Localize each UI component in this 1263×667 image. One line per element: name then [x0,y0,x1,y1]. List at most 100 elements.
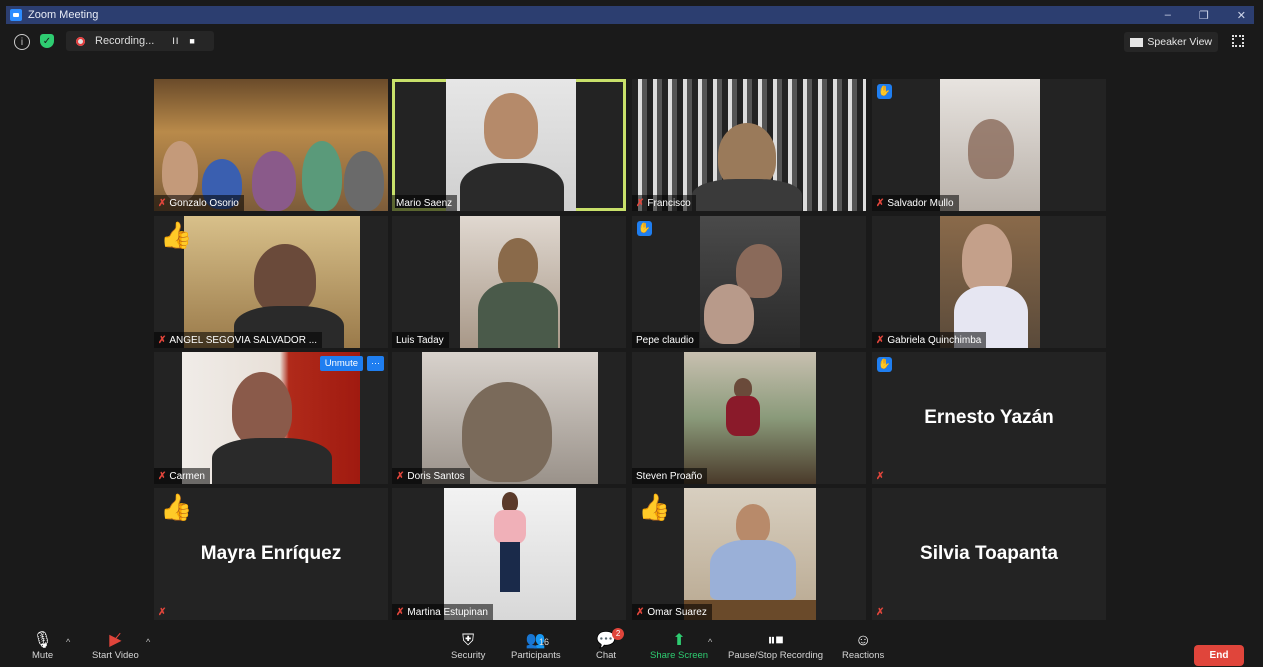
participant-name: Gabriela Quinchimba [887,334,982,346]
start-video-label: Start Video [92,650,139,661]
video-options-caret-icon[interactable]: ^ [146,637,150,647]
participant-tile-active-speaker[interactable]: Mario Saenz [392,79,626,211]
gallery-grid: ✗ Gonzalo Osorio Mario Saenz ✗ Francisco ✋… [154,79,1106,622]
participant-name: Pepe claudio [636,334,694,346]
minimize-button[interactable]: – [1165,9,1171,21]
participant-nametag: ✗ [872,468,889,484]
participant-video [940,79,1040,211]
participant-nametag: ✗ Carmen [154,468,210,484]
mute-button[interactable]: 🎙 Mute [32,631,53,661]
participant-nametag: ✗ Gabriela Quinchimba [872,332,987,348]
participant-tile[interactable]: 👍 ✗ Omar Suarez [632,488,866,620]
participant-nametag: ✗ Francisco [632,195,696,211]
mic-muted-icon: ✗ [876,606,885,618]
participant-name: Luis Taday [396,334,444,346]
participant-nametag: ✗ Martina Estupinan [392,604,493,620]
mic-muted-icon: ✗ [876,334,885,346]
participant-tile[interactable]: 👍 Mayra Enríquez ✗ [154,488,388,620]
participant-name: Doris Santos [407,470,465,482]
participant-nametag: ✗ [154,604,171,620]
chat-unread-badge: 2 [612,628,625,640]
meeting-area: i ✓ Recording... II ■ Speaker View ✗ Gonz… [6,24,1254,667]
participant-nametag: ✗ [872,604,889,620]
participant-tile[interactable]: ✗ Doris Santos [392,352,626,484]
participant-tile[interactable]: ✋ Pepe claudio [632,216,866,348]
participant-tile[interactable]: ✗ Francisco [632,79,866,211]
participant-name: Carmen [169,470,205,482]
restore-button[interactable]: ❐ [1199,9,1209,22]
mic-muted-icon: ✗ [876,197,885,209]
participant-tile[interactable]: Luis Taday [392,216,626,348]
speaker-view-label: Speaker View [1147,36,1212,48]
reactions-label: Reactions [842,650,885,661]
microphone-icon: 🎙 [32,632,53,649]
security-label: Security [451,650,486,661]
participant-display-name: Ernesto Yazán [924,407,1054,428]
chat-icon: 💬 2 [596,628,625,651]
participant-nametag: Luis Taday [392,332,449,348]
reactions-button[interactable]: ☺ Reactions [842,631,884,661]
stop-recording-icon[interactable]: ■ [189,36,195,46]
participant-video [940,216,1040,348]
window-title: Zoom Meeting [28,9,99,21]
pause-stop-recording-button[interactable]: ⏸⏹ Pause/Stop Recording [728,631,823,661]
share-options-caret-icon[interactable]: ^ [708,637,712,647]
participant-tile[interactable]: ✗ Gonzalo Osorio [154,79,388,211]
participant-tile[interactable]: ✗ Gabriela Quinchimba [872,216,1106,348]
raise-hand-icon: ✋ [877,84,892,99]
participant-tile[interactable]: Unmute ··· ✗ Carmen [154,352,388,484]
participant-tile[interactable]: 👍 ✗ ANGEL SEGOVIA SALVADOR ... [154,216,388,348]
security-button[interactable]: ⛨ Security [451,631,485,661]
participant-video [182,352,360,484]
participant-nametag: ✗ Salvador Mullo [872,195,959,211]
participant-nametag: Pepe claudio [632,332,699,348]
reactions-icon: ☺ [854,632,872,649]
participant-name: Steven Proaño [636,470,703,482]
more-options-button[interactable]: ··· [367,356,384,371]
participant-name: ANGEL SEGOVIA SALVADOR ... [169,334,318,346]
end-meeting-button[interactable]: End [1194,645,1244,666]
participant-video [684,352,816,484]
participant-tile[interactable]: Steven Proaño [632,352,866,484]
thumbs-up-reaction-icon: 👍 [160,220,193,250]
shield-icon[interactable]: ✓ [40,34,54,48]
participant-display-name: Mayra Enríquez [200,543,342,564]
zoom-app-icon [10,9,22,21]
participant-tile[interactable]: ✋ Ernesto Yazán ✗ [872,352,1106,484]
share-screen-button[interactable]: ⬆ Share Screen [650,631,708,661]
participants-count: 16 [539,637,550,647]
participant-video [444,488,576,620]
pause-stop-recording-label: Pause/Stop Recording [728,650,824,661]
mute-label: Mute [32,650,54,661]
audio-options-caret-icon[interactable]: ^ [66,637,70,647]
participant-nametag: Mario Saenz [392,195,458,211]
info-icon[interactable]: i [14,34,30,50]
participant-name: Gonzalo Osorio [169,197,239,209]
fullscreen-icon[interactable] [1232,35,1244,47]
participant-tile[interactable]: Silvia Toapanta ✗ [872,488,1106,620]
mic-muted-icon: ✗ [876,470,885,482]
participant-display-name: Silvia Toapanta [920,543,1058,564]
start-video-button[interactable]: ▶̸ Start Video [92,631,139,661]
participant-name: Mario Saenz [396,197,453,209]
participant-name: Martina Estupinan [407,606,488,618]
participants-button[interactable]: 👥 16 Participants [511,631,561,661]
participant-video [446,79,576,211]
recording-label: Recording... [95,35,155,47]
participant-nametag: ✗ Doris Santos [392,468,470,484]
share-screen-label: Share Screen [650,650,709,661]
speaker-view-button[interactable]: Speaker View [1124,32,1218,52]
thumbs-up-reaction-icon: 👍 [160,492,193,522]
close-button[interactable]: ✕ [1237,9,1246,22]
mic-muted-icon: ✗ [158,606,167,618]
participant-tile[interactable]: ✗ Martina Estupinan [392,488,626,620]
chat-button[interactable]: 💬 2 Chat [596,628,625,661]
pause-recording-icon[interactable]: II [172,36,179,46]
participant-tile[interactable]: ✋ ✗ Salvador Mullo [872,79,1106,211]
participant-nametag: ✗ Gonzalo Osorio [154,195,244,211]
unmute-button[interactable]: Unmute [319,356,363,371]
recording-dot-icon [76,36,85,46]
meeting-topbar: i ✓ Recording... II ■ Speaker View [6,30,1254,54]
participant-video [460,216,560,348]
participant-nametag: ✗ Omar Suarez [632,604,712,620]
